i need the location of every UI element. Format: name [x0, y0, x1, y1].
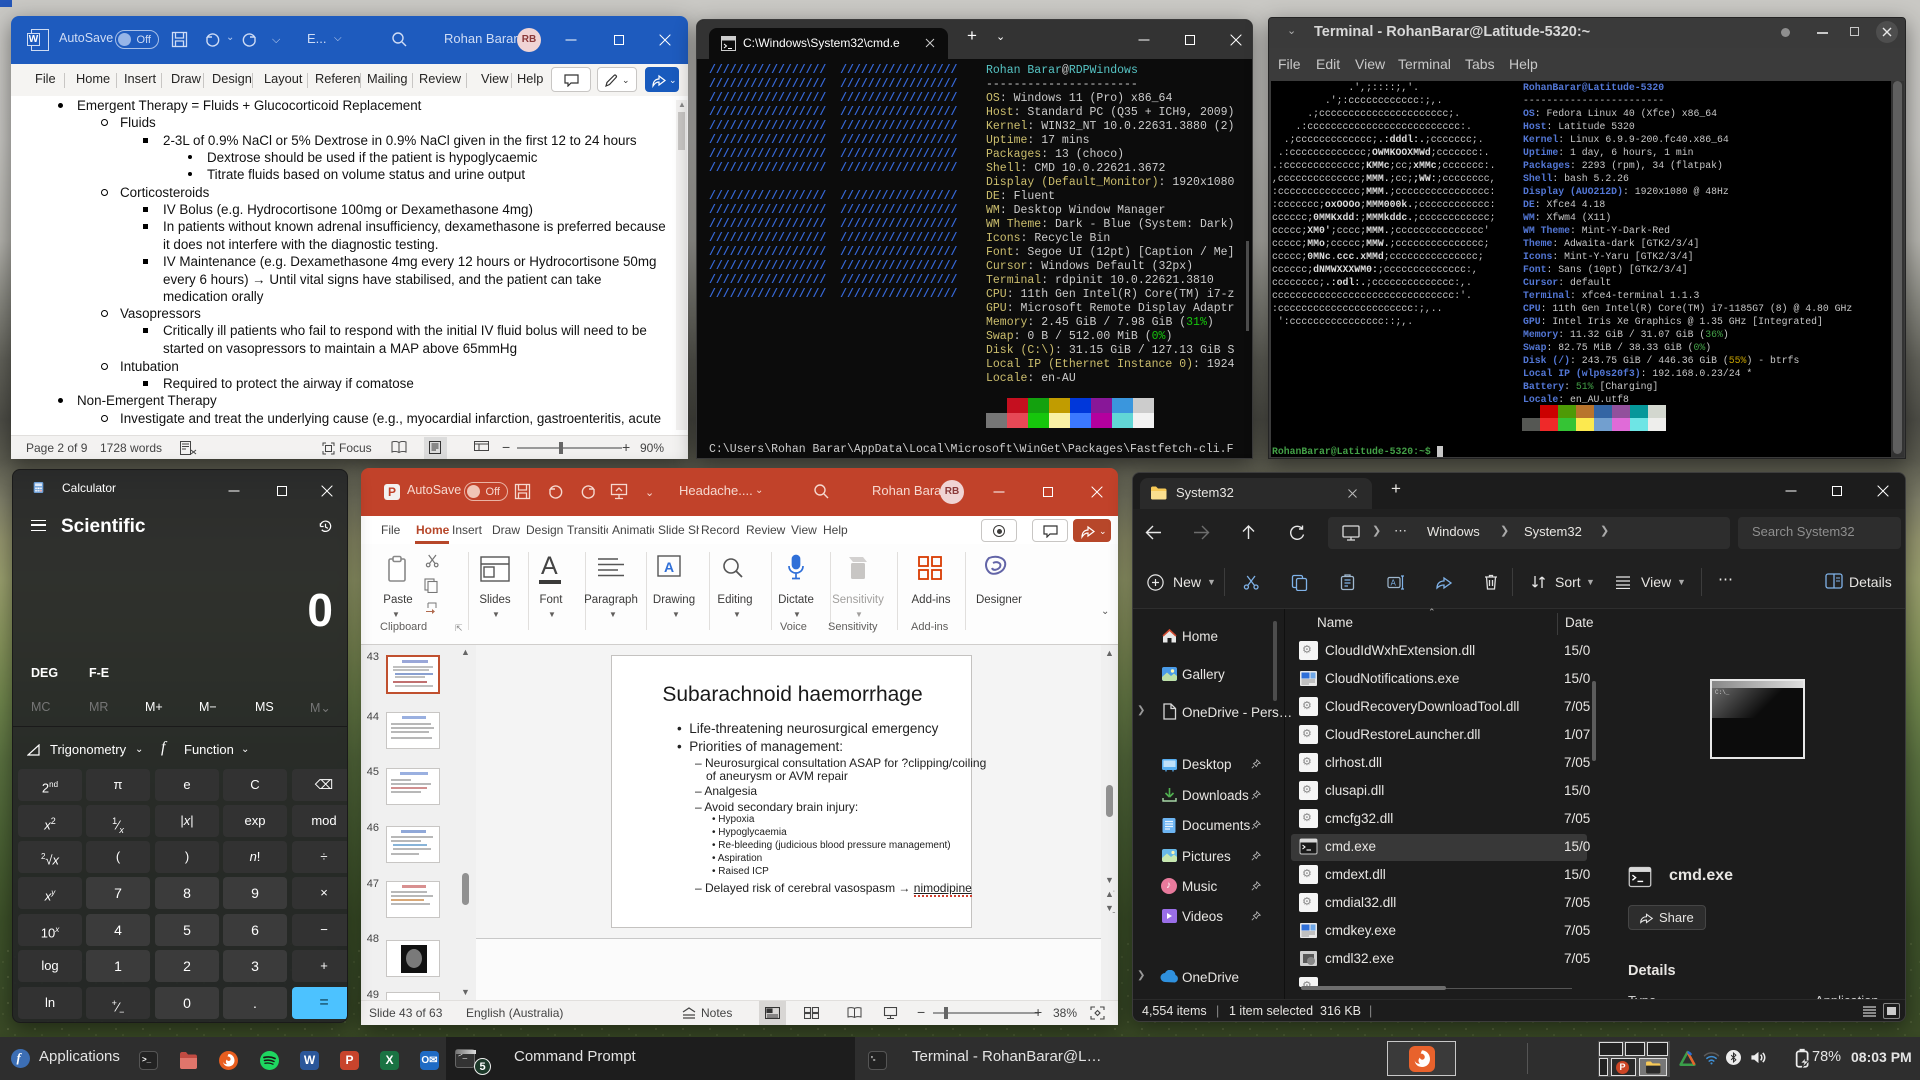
svg-text:A: A	[1391, 579, 1397, 588]
svg-text:A: A	[664, 559, 674, 575]
